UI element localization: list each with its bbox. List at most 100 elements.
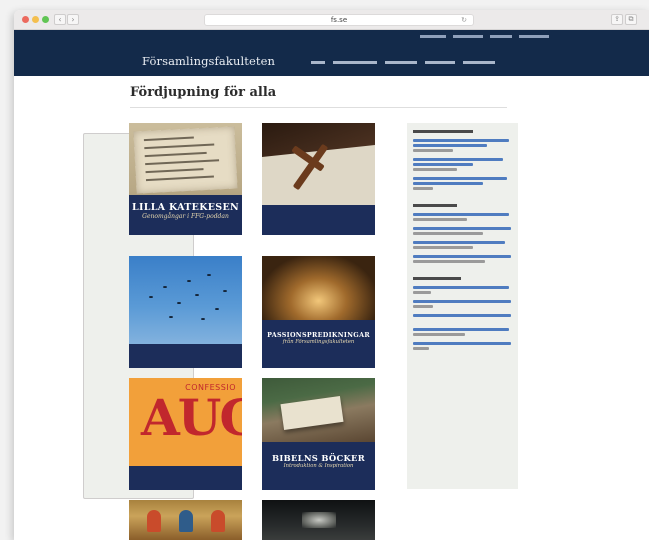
course-tile-evangeliet[interactable] — [262, 123, 375, 235]
tile-title: BIBELNS BÖCKER — [272, 453, 365, 463]
site-brand[interactable]: Församlingsfakulteten — [142, 54, 275, 68]
sidebar-item[interactable] — [413, 139, 512, 152]
confessio-monogram: AUG — [141, 388, 242, 447]
course-tile-passionspredikningar[interactable]: PASSIONSPREDIKNINGAR från Församlingsfak… — [262, 256, 375, 368]
sidebar-date — [413, 291, 431, 294]
archway-light — [302, 512, 336, 528]
sidebar-link — [413, 241, 505, 244]
sidebar-item[interactable] — [413, 177, 512, 190]
sidebar-item[interactable] — [413, 314, 512, 322]
course-tile-kristen-manniska[interactable] — [129, 256, 242, 368]
browser-toolbar: ‹ › ▥ fs.se ↻ ⇪ ⧉ — [14, 10, 649, 499]
sidebar-link — [413, 227, 511, 230]
tile-title: PASSIONSPREDIKNINGAR — [267, 331, 370, 339]
maximize-window-button[interactable] — [42, 16, 49, 23]
nav-item[interactable] — [463, 59, 495, 66]
site-header: Församlingsfakulteten — [14, 30, 649, 76]
tile-subtitle: från Församlingsfakulteten — [282, 339, 355, 346]
course-tile-lilla-katekesen[interactable]: LILLA KATEKESEN Genomgångar i FFG-poddan — [129, 123, 242, 235]
tile-subtitle: Genomgångar i FFG-poddan — [142, 213, 229, 221]
course-tile-icon-painting[interactable] — [129, 500, 242, 540]
tile-title: LILLA KATEKESEN — [132, 202, 239, 213]
sidebar-item[interactable] — [413, 213, 512, 221]
sidebar-date — [413, 149, 453, 152]
sidebar-link — [413, 342, 511, 345]
sidebar-link — [413, 255, 511, 258]
course-tile-bibelns-bocker[interactable]: BIBELNS BÖCKER Introduktion & Inspiratio… — [262, 378, 375, 490]
sidebar-item[interactable] — [413, 300, 512, 308]
sidebar-link — [413, 328, 509, 331]
address-bar[interactable]: fs.se ↻ — [204, 14, 474, 26]
top-link[interactable] — [420, 33, 446, 39]
sidebar-link — [413, 286, 509, 289]
top-link-label — [453, 35, 483, 38]
nav-item-label — [333, 61, 377, 64]
share-icon[interactable]: ⇪ — [611, 14, 623, 25]
tile-caption: PASSIONSPREDIKNINGAR från Församlingsfak… — [262, 320, 375, 368]
sidebar-heading — [413, 204, 512, 207]
sidebar-item[interactable] — [413, 286, 512, 294]
sidebar-link — [413, 177, 507, 180]
sidebar-item[interactable] — [413, 227, 512, 235]
nav-item-label — [425, 61, 455, 64]
tile-subtitle: Introduktion & Inspiration — [283, 463, 354, 470]
sidebar-item[interactable] — [413, 328, 512, 336]
sidebar-item[interactable] — [413, 241, 512, 249]
sidebar-date — [413, 168, 457, 171]
sidebar-link — [413, 158, 503, 161]
sidebar-link — [413, 300, 511, 303]
nav-item[interactable] — [425, 59, 455, 66]
page-title: Fördjupning för alla — [130, 85, 277, 100]
sidebar-date — [413, 347, 429, 350]
sidebar-date — [413, 305, 433, 308]
close-window-button[interactable] — [22, 16, 29, 23]
sidebar-item[interactable] — [413, 158, 512, 171]
sidebar-date — [413, 260, 485, 263]
candle-photo — [262, 256, 375, 320]
sidebar-item[interactable] — [413, 342, 512, 350]
top-link-label — [490, 35, 512, 38]
tile-caption: BIBELNS BÖCKER Introduktion & Inspiratio… — [262, 442, 375, 490]
course-tile-dark-archway[interactable] — [262, 500, 375, 540]
nav-item-label — [463, 61, 495, 64]
book-page-image — [133, 126, 238, 194]
nav-item-label — [311, 61, 325, 64]
reload-icon[interactable]: ↻ — [461, 15, 467, 26]
sidebar-group-upcoming — [413, 130, 512, 190]
sidebar-group-news — [413, 277, 512, 350]
minimize-window-button[interactable] — [32, 16, 39, 23]
sidebar-heading — [413, 130, 512, 133]
sidebar-group-podcasts — [413, 204, 512, 263]
top-link-label — [519, 35, 549, 38]
course-tile-confessio[interactable]: CONFESSIO AUG — [129, 378, 242, 490]
sidebar-link — [413, 314, 511, 317]
nav-item[interactable] — [311, 59, 325, 66]
address-bar-url: fs.se — [330, 16, 348, 24]
sidebar-date — [413, 333, 465, 336]
forward-button[interactable]: › — [67, 14, 79, 25]
top-link[interactable] — [519, 33, 549, 39]
nav-item-label — [385, 61, 417, 64]
sidebar-widgets — [407, 123, 518, 489]
sidebar-item[interactable] — [413, 255, 512, 263]
top-link[interactable] — [490, 33, 512, 39]
tabs-overview-icon[interactable]: ⧉ — [625, 14, 637, 25]
tile-caption — [262, 205, 375, 235]
sidebar-date — [413, 246, 473, 249]
top-link-label — [420, 35, 446, 38]
sidebar-link — [413, 213, 509, 216]
sidebar-date — [413, 232, 483, 235]
title-divider — [130, 107, 507, 108]
nav-item[interactable] — [333, 59, 377, 66]
tile-caption — [129, 466, 242, 490]
top-link[interactable] — [453, 33, 483, 39]
sidebar-heading — [413, 277, 512, 280]
tile-caption — [129, 344, 242, 368]
sidebar-link — [413, 139, 509, 142]
sidebar-date — [413, 187, 433, 190]
back-button[interactable]: ‹ — [54, 14, 66, 25]
top-links — [420, 33, 549, 39]
nav-item[interactable] — [385, 59, 417, 66]
sidebar-date — [413, 218, 467, 221]
main-navigation — [311, 59, 495, 66]
